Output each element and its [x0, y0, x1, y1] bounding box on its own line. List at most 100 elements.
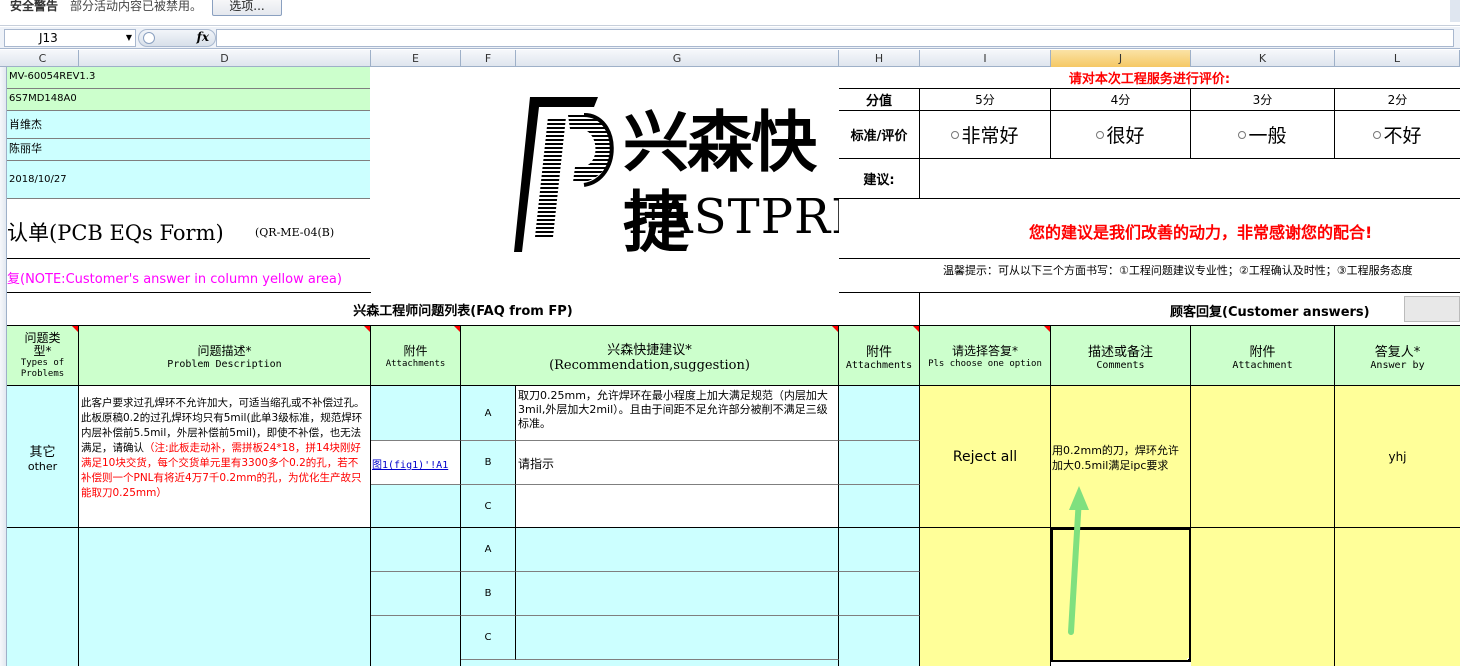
option-poor[interactable]: 不好 [1335, 111, 1460, 159]
row2-description-cell[interactable] [79, 528, 371, 666]
row1-attachment2-b[interactable] [839, 441, 920, 485]
header-attachments: 附件 Attachments [371, 326, 461, 386]
form-title-cell[interactable]: 认单(PCB EQs Form) (QR-ME-04(B) [7, 199, 371, 259]
header-comments: 描述或备注 Comments [1051, 326, 1191, 386]
contact-cell[interactable]: 陈丽华 [7, 139, 371, 161]
header-attachment2: 附件 Attachments [839, 326, 920, 386]
header-type: 问题类型* Types of Problems [7, 326, 79, 386]
row1-attach-b[interactable]: 图1(fig1)'!A1 [371, 441, 461, 485]
radio-icon[interactable] [1238, 130, 1247, 139]
radio-icon[interactable] [951, 130, 960, 139]
column-header-f[interactable]: F [461, 50, 516, 67]
row1-option-a-text[interactable]: 取刀0.25mm，允许焊环在最小程度上加大满足规范（内层加大3mil,外层加大2… [516, 386, 839, 441]
row-header-strip[interactable] [0, 67, 7, 666]
option-good-label: 很好 [1106, 125, 1145, 147]
date-cell[interactable]: 2018/10/27 [7, 161, 371, 199]
security-warning-title: 安全警告 [10, 0, 59, 13]
row2-attach-a[interactable] [371, 528, 461, 572]
security-warning-bar: 安全警告 部分活动内容已被禁用。 选项... [0, 0, 1460, 26]
name-box[interactable]: J13 ▼ [4, 29, 136, 47]
row1-attach-c[interactable] [371, 485, 461, 528]
row2-answer[interactable] [920, 528, 1051, 666]
column-header-k[interactable]: K [1191, 50, 1335, 67]
row1-attachment3[interactable] [1191, 386, 1335, 528]
row2-option-a-letter: A [461, 528, 516, 572]
tip-cell: 温馨提示：可从以下三个方面书写：①工程问题建议专业性；②工程确认及时性；③工程服… [839, 259, 1460, 293]
header-attachments-en: Attachments [385, 359, 446, 369]
insert-function-button[interactable]: fx [138, 29, 216, 47]
header-choose-en: Pls choose one option [928, 359, 1042, 369]
row1-answer-by[interactable]: yhj [1335, 386, 1460, 528]
row2-attachment2-b[interactable] [839, 572, 920, 616]
score-3: 3分 [1191, 89, 1335, 111]
option-excellent-label: 非常好 [961, 125, 1019, 147]
column-header-h[interactable]: H [839, 50, 920, 67]
row1-type: 其它 [29, 444, 56, 460]
row2-type-cell[interactable] [7, 528, 79, 666]
row2-option-a-text[interactable] [516, 528, 839, 572]
evaluation-prompt: 请对本次工程服务进行评价: [1068, 72, 1231, 87]
header-attachment2-label: 附件 [865, 344, 892, 360]
header-type-en: Types of Problems [20, 357, 65, 379]
option-good[interactable]: 很好 [1051, 111, 1191, 159]
row2-attach-b[interactable] [371, 572, 461, 616]
column-header-j[interactable]: J [1051, 50, 1191, 67]
row1-type-cell[interactable]: 其它 other [7, 386, 79, 528]
row1-attach-a[interactable] [371, 386, 461, 441]
row1-attachment2-c[interactable] [839, 485, 920, 528]
engineer-cell[interactable]: 肖维杰 [7, 111, 371, 139]
option-average-label: 一般 [1248, 125, 1287, 147]
row2-attachment2-a[interactable] [839, 528, 920, 572]
fastprint-logo: 兴森快捷 FASTPRINT [370, 67, 926, 292]
note-cell[interactable]: 复(NOTE:Customer's answer in column yello… [7, 259, 371, 293]
column-header-l[interactable]: L [1335, 50, 1460, 67]
formula-cancel-icon[interactable] [143, 32, 155, 44]
column-header-d[interactable]: D [79, 50, 371, 67]
option-excellent[interactable]: 非常好 [920, 111, 1051, 159]
row1-attachment-link[interactable]: 图1(fig1)'!A1 [372, 456, 448, 471]
thanks-message: 您的建议是我们改善的动力，非常感谢您的配合! [1029, 223, 1373, 242]
header-comments-label: 描述或备注 [1087, 344, 1153, 360]
header-description-label: 问题描述* [197, 343, 252, 358]
column-header-c[interactable]: C [7, 50, 79, 67]
header-description-en: Problem Description [167, 358, 282, 370]
comment-indicator-icon [454, 326, 460, 332]
row2-option-c-text[interactable] [516, 616, 839, 660]
row1-option-c-text[interactable] [516, 485, 839, 528]
formula-input[interactable] [216, 29, 1454, 47]
chevron-down-icon[interactable]: ▼ [126, 30, 132, 46]
radio-icon[interactable] [1096, 130, 1105, 139]
row2-answer-by[interactable] [1335, 528, 1460, 666]
standard-label: 标准/评价 [839, 111, 920, 159]
row2-attachment2-c[interactable] [839, 616, 920, 666]
row2-option-b-text[interactable] [516, 572, 839, 616]
options-button[interactable]: 选项... [212, 0, 282, 16]
row1-attachment2-a[interactable] [839, 386, 920, 441]
comment-indicator-icon [1044, 326, 1050, 332]
score-label: 分值 [839, 89, 920, 111]
column-header-g[interactable]: G [516, 50, 839, 67]
suggestion-label: 建议: [839, 159, 920, 199]
row2-attach-c[interactable] [371, 616, 461, 666]
row1-answer[interactable]: Reject all [920, 386, 1051, 528]
customer-note: 复(NOTE:Customer's answer in column yello… [7, 272, 342, 287]
column-header-i[interactable]: I [920, 50, 1051, 67]
header-type-label: 问题类型* [24, 330, 61, 358]
name-box-value: J13 [39, 31, 58, 45]
form-title: 认单(PCB EQs Form) [7, 221, 224, 245]
row2-attachment3[interactable] [1191, 528, 1335, 666]
form-code: (QR-ME-04(B) [255, 226, 335, 239]
radio-icon[interactable] [1373, 130, 1382, 139]
row1-description-cell[interactable]: 此客户要求过孔焊环不允许加大，可适当缩孔或不补偿过孔。此板原稿0.2的过孔焊环均… [79, 386, 371, 528]
job-number-cell[interactable]: 6S7MD148A0 [7, 89, 371, 111]
part-number-cell[interactable]: MV-60054REV1.3 [7, 67, 371, 89]
column-header-e[interactable]: E [371, 50, 461, 67]
option-average[interactable]: 一般 [1191, 111, 1335, 159]
suggestion-input[interactable] [920, 159, 1460, 199]
row1-option-b-cell[interactable]: 请指示 [516, 441, 839, 485]
header-attachment3: 附件 Attachment [1191, 326, 1335, 386]
row3-top-strip [461, 660, 839, 666]
row1-comment: 用0.2mm的刀，焊环允许加大0.5mil满足ipc要求 [1052, 444, 1179, 472]
customer-section-cell: 顾客回复(Customer answers) [920, 293, 1460, 326]
header-answer-by: 答复人* Answer by [1335, 326, 1460, 386]
